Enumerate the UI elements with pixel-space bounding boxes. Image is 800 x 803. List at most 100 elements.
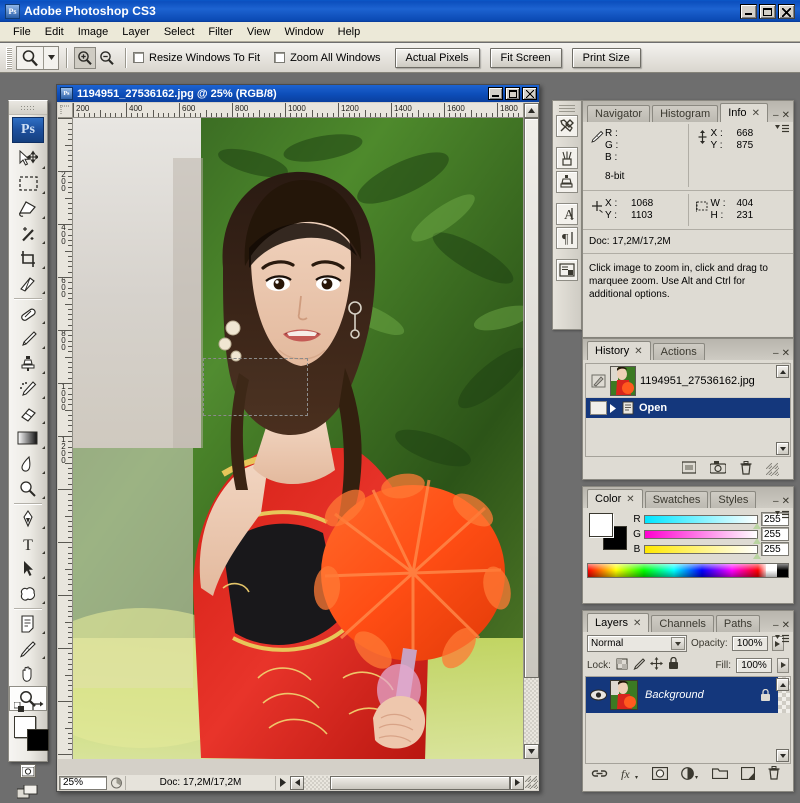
menu-image[interactable]: Image bbox=[71, 24, 116, 40]
palette-minimize-button[interactable]: – bbox=[773, 497, 779, 507]
menu-help[interactable]: Help bbox=[331, 24, 368, 40]
clone-stamp-tool[interactable] bbox=[9, 351, 47, 376]
palette-minimize-button[interactable]: – bbox=[773, 621, 779, 631]
minimize-button[interactable] bbox=[740, 3, 757, 19]
layer-comps-icon[interactable] bbox=[556, 259, 578, 281]
actual-pixels-button[interactable]: Actual Pixels bbox=[394, 47, 480, 68]
gradient-tool[interactable] bbox=[9, 426, 47, 451]
window-resize-grip[interactable] bbox=[525, 776, 538, 789]
history-state-row[interactable]: Open bbox=[586, 398, 790, 418]
layer-style-button[interactable]: fx bbox=[621, 767, 639, 783]
adjustment-layer-button[interactable] bbox=[681, 766, 699, 783]
swap-colors-icon[interactable] bbox=[32, 701, 44, 715]
current-tool-indicator[interactable] bbox=[16, 45, 59, 70]
tab-channels[interactable]: Channels bbox=[651, 615, 714, 632]
lock-image-icon[interactable] bbox=[633, 657, 646, 673]
close-icon[interactable]: ✕ bbox=[626, 494, 634, 505]
clone-source-icon[interactable] bbox=[556, 171, 578, 193]
menu-file[interactable]: File bbox=[6, 24, 38, 40]
scroll-right-button[interactable] bbox=[510, 775, 524, 790]
status-menu-arrow[interactable] bbox=[276, 776, 290, 790]
scroll-down-button[interactable] bbox=[524, 744, 539, 759]
color-spectrum-ramp[interactable] bbox=[587, 563, 789, 578]
magic-wand-tool[interactable] bbox=[9, 221, 47, 246]
menu-filter[interactable]: Filter bbox=[201, 24, 239, 40]
tab-navigator[interactable]: Navigator bbox=[587, 105, 651, 122]
history-list[interactable]: 1194951_27536162.jpg Open bbox=[585, 363, 791, 457]
tab-paths[interactable]: Paths bbox=[715, 615, 761, 632]
close-icon[interactable]: ✕ bbox=[633, 618, 641, 629]
tab-layers[interactable]: Layers ✕ bbox=[587, 613, 650, 632]
vertical-ruler[interactable]: 200 400 600 800 1000 1200 bbox=[58, 118, 73, 759]
character-icon[interactable]: A bbox=[556, 203, 578, 225]
document-minimize-button[interactable] bbox=[488, 87, 503, 100]
close-button[interactable] bbox=[778, 3, 795, 19]
new-layer-button[interactable] bbox=[740, 766, 756, 783]
maximize-button[interactable] bbox=[759, 3, 776, 19]
green-slider[interactable] bbox=[644, 529, 761, 544]
tab-actions[interactable]: Actions bbox=[652, 343, 705, 360]
close-icon[interactable]: ✕ bbox=[752, 108, 760, 119]
tab-swatches[interactable]: Swatches bbox=[644, 491, 709, 508]
layer-mask-button[interactable] bbox=[651, 766, 669, 783]
fill-field[interactable]: 100% bbox=[736, 657, 772, 673]
zoom-in-button[interactable] bbox=[74, 46, 96, 69]
horizontal-scrollbar[interactable] bbox=[304, 775, 510, 790]
lock-position-icon[interactable] bbox=[649, 657, 663, 673]
new-snapshot-button[interactable] bbox=[709, 461, 727, 477]
eraser-tool[interactable] bbox=[9, 401, 47, 426]
background-color-swatch[interactable] bbox=[27, 729, 49, 751]
slice-tool[interactable] bbox=[9, 271, 47, 296]
tab-histogram[interactable]: Histogram bbox=[652, 105, 719, 122]
print-size-button[interactable]: Print Size bbox=[571, 47, 641, 68]
horizontal-scroll-thumb[interactable] bbox=[330, 775, 510, 790]
document-title-bar[interactable]: Ps 1194951_27536162.jpg @ 25% (RGB/8) bbox=[57, 85, 539, 102]
ruler-corner[interactable] bbox=[58, 103, 73, 118]
menu-select[interactable]: Select bbox=[157, 24, 202, 40]
layer-visibility-toggle[interactable] bbox=[586, 689, 610, 701]
notes-tool[interactable] bbox=[9, 611, 47, 636]
fill-slider-arrow[interactable] bbox=[777, 657, 789, 673]
palette-menu-icon[interactable] bbox=[775, 633, 789, 645]
toolbox-grip[interactable] bbox=[9, 101, 47, 115]
layers-scroll-up-button[interactable] bbox=[776, 678, 789, 691]
delete-state-button[interactable] bbox=[740, 460, 752, 478]
zoom-level-field[interactable]: 25% bbox=[59, 775, 107, 790]
crop-tool[interactable] bbox=[9, 246, 47, 271]
menu-layer[interactable]: Layer bbox=[115, 24, 157, 40]
blue-value-field[interactable]: 255 bbox=[761, 542, 789, 556]
blue-slider[interactable] bbox=[644, 544, 761, 559]
palette-menu-icon[interactable] bbox=[775, 123, 789, 135]
tool-presets-icon[interactable] bbox=[556, 115, 578, 137]
resize-windows-to-fit-checkbox[interactable]: Resize Windows To Fit bbox=[133, 52, 260, 64]
tab-history[interactable]: History ✕ bbox=[587, 341, 651, 360]
slider-knob[interactable] bbox=[753, 552, 761, 559]
history-snapshot-row[interactable]: 1194951_27536162.jpg bbox=[586, 364, 790, 398]
tab-color[interactable]: Color ✕ bbox=[587, 489, 643, 508]
lock-all-icon[interactable] bbox=[668, 656, 679, 673]
palette-menu-icon[interactable] bbox=[775, 509, 789, 521]
history-source-icon[interactable] bbox=[588, 374, 608, 388]
options-bar-grip[interactable] bbox=[6, 46, 12, 69]
zoom-out-button[interactable] bbox=[96, 47, 118, 69]
green-value-field[interactable]: 255 bbox=[761, 527, 789, 541]
scroll-up-button[interactable] bbox=[524, 103, 539, 118]
new-document-from-state-button[interactable] bbox=[681, 461, 697, 477]
pen-tool[interactable] bbox=[9, 506, 47, 531]
default-colors-icon[interactable] bbox=[13, 701, 24, 712]
blend-mode-select[interactable]: Normal bbox=[587, 635, 687, 652]
rectangular-marquee-tool[interactable] bbox=[9, 171, 47, 196]
new-group-button[interactable] bbox=[711, 767, 729, 782]
slider-knob[interactable] bbox=[753, 537, 761, 544]
document-image[interactable] bbox=[73, 118, 523, 759]
brush-tool[interactable] bbox=[9, 326, 47, 351]
custom-shape-tool[interactable] bbox=[9, 581, 47, 606]
menu-view[interactable]: View bbox=[240, 24, 278, 40]
history-scroll-down-button[interactable] bbox=[776, 442, 789, 455]
dodge-tool[interactable] bbox=[9, 476, 47, 501]
menu-edit[interactable]: Edit bbox=[38, 24, 71, 40]
history-scroll-up-button[interactable] bbox=[776, 365, 789, 378]
horizontal-ruler[interactable]: 200 400 600 800 1000 1200 1400 1600 1800 bbox=[73, 103, 523, 118]
link-layers-button[interactable] bbox=[591, 768, 608, 782]
slider-knob[interactable] bbox=[753, 522, 761, 529]
